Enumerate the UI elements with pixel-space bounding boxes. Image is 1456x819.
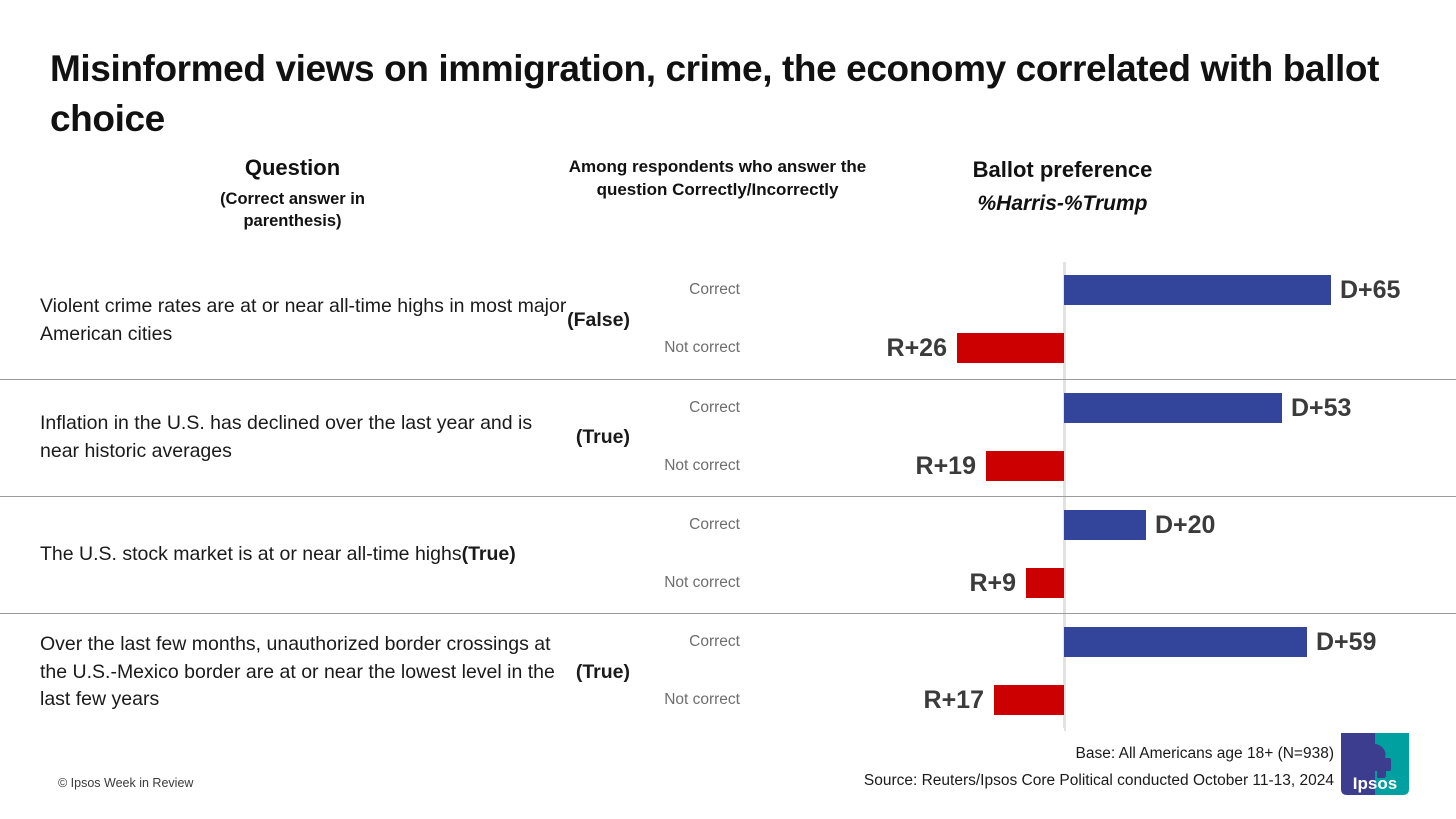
- question-text: Inflation in the U.S. has declined over …: [40, 380, 630, 496]
- bar-track-correct: D+53: [740, 393, 1456, 423]
- answer-label-not-correct: Not correct: [664, 457, 740, 474]
- bar-value-label-democrat: D+20: [1155, 511, 1216, 539]
- page-title: Misinformed views on immigration, crime,…: [50, 48, 1379, 139]
- column-header-question: Question (Correct answer in parenthesis): [170, 155, 415, 232]
- bar-track-not-correct: R+17: [740, 685, 1456, 715]
- footer-base: Base: All Americans age 18+ (N=938): [1075, 745, 1334, 762]
- question-correct-answer: (True): [461, 543, 516, 566]
- bar-area: D+59 R+17: [740, 614, 1456, 731]
- answer-label-not-correct: Not correct: [664, 691, 740, 708]
- bar-track-correct: D+20: [740, 510, 1456, 540]
- bar-democrat: [1064, 627, 1307, 657]
- question-statement: Over the last few months, unauthorized b…: [40, 632, 555, 711]
- bar-track-correct: D+59: [740, 627, 1456, 657]
- bar-value-label-republican: R+19: [915, 452, 976, 480]
- chart-row: Over the last few months, unauthorized b…: [0, 613, 1456, 731]
- answer-label-correct: Correct: [689, 516, 740, 533]
- answer-label-correct: Correct: [689, 399, 740, 416]
- column-header-among-respondents: Among respondents who answer the questio…: [568, 157, 867, 200]
- question-text: Over the last few months, unauthorized b…: [40, 614, 630, 731]
- ipsos-logo-icon: Ipsos: [1341, 733, 1409, 795]
- answer-label-not-correct: Not correct: [664, 574, 740, 591]
- bar-democrat: [1064, 510, 1146, 540]
- answer-label-column: Correct Not correct: [620, 380, 740, 496]
- bar-republican: [986, 451, 1064, 481]
- ipsos-logo-text: Ipsos: [1353, 774, 1397, 793]
- column-header-question-label: Question: [244, 155, 341, 180]
- bar-value-label-democrat: D+53: [1291, 394, 1352, 422]
- bar-democrat: [1064, 393, 1282, 423]
- bar-republican: [994, 685, 1064, 715]
- chart-row: Violent crime rates are at or near all-t…: [0, 262, 1456, 379]
- footer-copyright: © Ipsos Week in Review: [58, 776, 194, 790]
- bar-area: D+53 R+19: [740, 380, 1456, 496]
- answer-label-correct: Correct: [689, 281, 740, 298]
- question-text: The U.S. stock market is at or near all-…: [40, 497, 630, 613]
- bar-value-label-democrat: D+59: [1316, 628, 1377, 656]
- bar-track-not-correct: R+19: [740, 451, 1456, 481]
- ipsos-logo: Ipsos: [1341, 733, 1409, 795]
- bar-area: D+20 R+9: [740, 497, 1456, 613]
- chart-row: Inflation in the U.S. has declined over …: [0, 379, 1456, 496]
- bar-track-correct: D+65: [740, 275, 1456, 305]
- column-header-ballot-preference: Ballot preference %Harris-%Trump: [905, 157, 1220, 217]
- question-statement: Inflation in the U.S. has declined over …: [40, 412, 533, 462]
- chart-row: The U.S. stock market is at or near all-…: [0, 496, 1456, 613]
- column-header-ballot-label: Ballot preference: [972, 157, 1153, 182]
- bar-track-not-correct: R+9: [740, 568, 1456, 598]
- question-statement: The U.S. stock market is at or near all-…: [40, 543, 462, 566]
- answer-label-column: Correct Not correct: [620, 262, 740, 379]
- bar-value-label-republican: R+17: [923, 686, 984, 714]
- bar-value-label-democrat: D+65: [1340, 276, 1401, 304]
- answer-label-column: Correct Not correct: [620, 497, 740, 613]
- column-header-question-sublabel: (Correct answer in parenthesis): [220, 190, 365, 230]
- question-statement: Violent crime rates are at or near all-t…: [40, 294, 567, 345]
- column-header-ballot-sublabel: %Harris-%Trump: [977, 192, 1148, 216]
- answer-label-correct: Correct: [689, 633, 740, 650]
- bar-value-label-republican: R+26: [886, 334, 947, 362]
- footer-source: Source: Reuters/Ipsos Core Political con…: [863, 771, 1334, 789]
- bar-republican: [957, 333, 1064, 363]
- bar-republican: [1026, 568, 1064, 598]
- bar-democrat: [1064, 275, 1331, 305]
- chart-rows: Violent crime rates are at or near all-t…: [0, 262, 1456, 731]
- answer-label-column: Correct Not correct: [620, 614, 740, 731]
- footer-notes: Base: All Americans age 18+ (N=938) Sour…: [634, 741, 1334, 794]
- bar-track-not-correct: R+26: [740, 333, 1456, 363]
- answer-label-not-correct: Not correct: [664, 339, 740, 356]
- bar-value-label-republican: R+9: [969, 569, 1016, 597]
- question-text: Violent crime rates are at or near all-t…: [40, 262, 630, 379]
- bar-area: D+65 R+26: [740, 262, 1456, 379]
